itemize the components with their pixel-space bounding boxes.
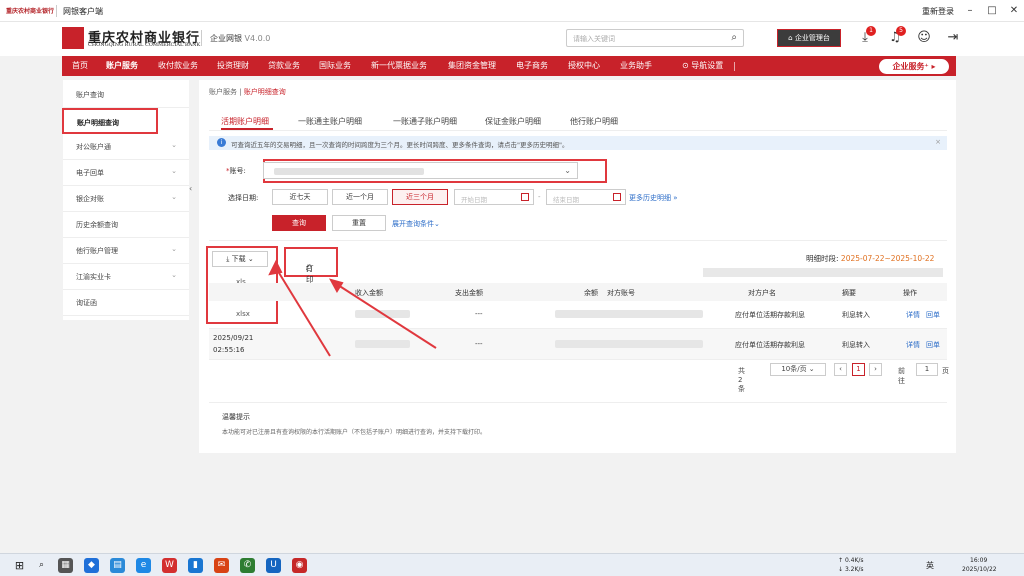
net-down: ↓ 3.2K/s	[838, 566, 864, 573]
net-up: ↑ 0.4K/s	[838, 557, 864, 564]
app-icon[interactable]: ✉	[214, 558, 229, 573]
search-icon[interactable]: ⌕	[34, 558, 49, 573]
app-icon[interactable]: ▮	[188, 558, 203, 573]
bank-client-icon[interactable]: ◉	[292, 558, 307, 573]
clock-date: 2025/10/22	[962, 566, 997, 573]
annotation-arrows	[268, 259, 437, 357]
wps-icon[interactable]: W	[162, 558, 177, 573]
app-icon[interactable]: ◆	[84, 558, 99, 573]
wechat-icon[interactable]: ✆	[240, 558, 255, 573]
ime-indicator[interactable]: 英	[926, 560, 934, 571]
app-icon[interactable]: U	[266, 558, 281, 573]
app-icon[interactable]: ▤	[110, 558, 125, 573]
start-icon[interactable]: ⊞	[12, 558, 27, 573]
taskbar: ⊞ ⌕ ▦ ◆ ▤ e W ▮ ✉ ✆ U ◉ ↑ 0.4K/s ↓ 3.2K/…	[0, 553, 1024, 576]
calculator-icon[interactable]: ▦	[58, 558, 73, 573]
browser-icon[interactable]: e	[136, 558, 151, 573]
clock-time: 16:09	[970, 557, 988, 564]
